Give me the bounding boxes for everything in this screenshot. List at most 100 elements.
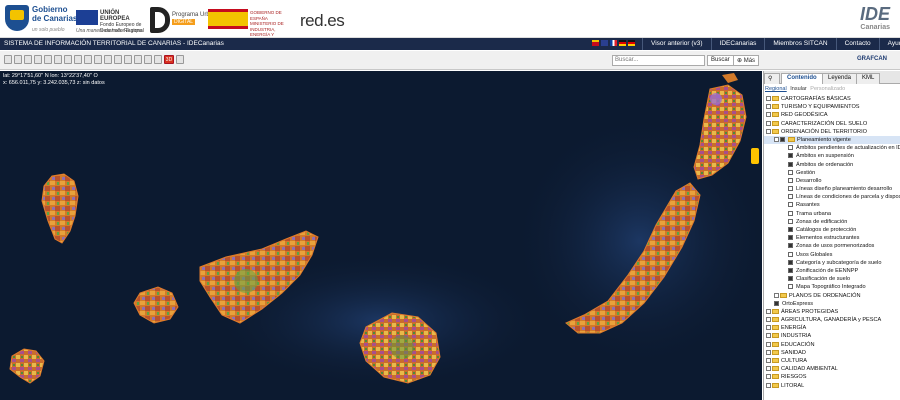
- layer-checkbox[interactable]: [788, 145, 793, 151]
- tree-layer[interactable]: OrtoExpress: [764, 300, 900, 308]
- layer-checkbox[interactable]: [788, 251, 793, 257]
- tree-folder[interactable]: CULTURA: [764, 357, 900, 365]
- collapse-icon[interactable]: [774, 136, 779, 142]
- ide-canarias-logo[interactable]: IDE Canarias: [844, 4, 890, 36]
- tree-layer[interactable]: Desarrollo: [764, 177, 900, 185]
- tree-folder[interactable]: RIESGOS: [764, 373, 900, 381]
- profile-icon[interactable]: [124, 55, 132, 64]
- lang-en-flag-icon[interactable]: [601, 40, 608, 46]
- redes-logo[interactable]: red.es: [300, 11, 345, 31]
- tree-folder[interactable]: ÁREAS PROTEGIDAS: [764, 308, 900, 316]
- export-icon[interactable]: [154, 55, 162, 64]
- lang-other-flag-icon[interactable]: [628, 40, 635, 46]
- lang-de-flag-icon[interactable]: [619, 40, 626, 46]
- tree-layer[interactable]: Usos Globales: [764, 251, 900, 259]
- tree-layer[interactable]: Rasantes: [764, 201, 900, 209]
- print-icon[interactable]: [104, 55, 112, 64]
- more-button[interactable]: ⊕ Más: [733, 55, 760, 66]
- layer-checkbox[interactable]: [788, 218, 793, 224]
- layer-checkbox[interactable]: [788, 169, 793, 175]
- layer-checkbox[interactable]: [788, 267, 793, 273]
- expand-icon[interactable]: [766, 325, 771, 331]
- zoom-out-icon[interactable]: [14, 55, 22, 64]
- layer-checkbox[interactable]: [788, 227, 793, 233]
- expand-icon[interactable]: [766, 308, 771, 314]
- tree-layer[interactable]: Categoría y subcategoría de suelo: [764, 259, 900, 267]
- panel-search-icon[interactable]: ⚲: [764, 73, 780, 84]
- tree-layer[interactable]: Mapa Topográfico Integrado: [764, 283, 900, 291]
- coordinates-icon[interactable]: [114, 55, 122, 64]
- measure-area-icon[interactable]: [84, 55, 92, 64]
- tree-layer[interactable]: Líneas diseño planeamiento desarrollo: [764, 185, 900, 193]
- layer-checkbox[interactable]: [788, 259, 793, 265]
- expand-icon[interactable]: [766, 120, 771, 126]
- layer-checkbox[interactable]: [788, 284, 793, 290]
- zoom-slider-handle[interactable]: [751, 148, 759, 164]
- tree-layer[interactable]: Ámbitos pendientes de actualización en I…: [764, 144, 900, 152]
- tab-contenido[interactable]: Contenido: [781, 73, 823, 84]
- pan-icon[interactable]: [24, 55, 32, 64]
- gobierno-canarias-logo[interactable]: [5, 5, 29, 31]
- expand-icon[interactable]: [766, 366, 771, 372]
- tree-folder[interactable]: INDUSTRIA: [764, 332, 900, 340]
- expand-icon[interactable]: [766, 333, 771, 339]
- nav-link-contacto[interactable]: Contacto: [835, 38, 879, 50]
- tree-layer[interactable]: Elementos estructurantes: [764, 234, 900, 242]
- layer-checkbox[interactable]: [788, 194, 793, 200]
- tree-folder[interactable]: RED GEODÉSICA: [764, 111, 900, 119]
- layers-icon[interactable]: [134, 55, 142, 64]
- tree-folder[interactable]: ENERGÍA: [764, 324, 900, 332]
- tree-folder[interactable]: CARACTERIZACIÓN DEL SUELO: [764, 120, 900, 128]
- tree-folder[interactable]: CARTOGRAFÍAS BÁSICAS: [764, 95, 900, 103]
- layer-checkbox[interactable]: [788, 153, 793, 159]
- tree-folder[interactable]: EDUCACIÓN: [764, 341, 900, 349]
- layer-checkbox[interactable]: [788, 276, 793, 282]
- expand-icon[interactable]: [766, 382, 771, 388]
- share-icon[interactable]: [144, 55, 152, 64]
- expand-icon[interactable]: [766, 374, 771, 380]
- expand-icon[interactable]: [766, 358, 771, 364]
- globe-icon[interactable]: [34, 55, 42, 64]
- tree-folder[interactable]: PLANOS DE ORDENACIÓN: [764, 292, 900, 300]
- layer-checkbox[interactable]: [788, 243, 793, 249]
- expand-icon[interactable]: [766, 341, 771, 347]
- expand-icon[interactable]: [766, 317, 771, 323]
- tree-layer[interactable]: Zonificación de EENNPP: [764, 267, 900, 275]
- tree-folder[interactable]: ORDENACIÓN DEL TERRITORIO: [764, 128, 900, 136]
- expand-icon[interactable]: [774, 292, 779, 298]
- subtab-personalizado[interactable]: Personalizado: [810, 86, 845, 92]
- tree-layer[interactable]: Gestión: [764, 169, 900, 177]
- tree-layer[interactable]: Ámbitos de ordenación: [764, 161, 900, 169]
- tab-kml[interactable]: KML: [856, 73, 881, 84]
- mode-3d-button[interactable]: 3D: [164, 55, 174, 64]
- tree-group[interactable]: Planeamiento vigente: [764, 135, 900, 145]
- layer-checkbox[interactable]: [788, 161, 793, 167]
- expand-icon[interactable]: [766, 112, 771, 118]
- tree-layer[interactable]: Zonas de usos pormenorizados: [764, 242, 900, 250]
- nav-link-visor-anterior[interactable]: Visor anterior (v3): [642, 38, 711, 50]
- draw-icon[interactable]: [94, 55, 102, 64]
- tree-layer[interactable]: Zonas de edificación: [764, 218, 900, 226]
- tree-layer[interactable]: Líneas de condiciones de parcela y dispo…: [764, 193, 900, 201]
- layer-checkbox[interactable]: [780, 136, 785, 142]
- layer-checkbox[interactable]: [788, 235, 793, 241]
- next-view-icon[interactable]: [54, 55, 62, 64]
- layer-checkbox[interactable]: [788, 210, 793, 216]
- map-canvas[interactable]: [0, 71, 762, 400]
- zoom-in-icon[interactable]: [4, 55, 12, 64]
- expand-icon[interactable]: [766, 128, 771, 134]
- subtab-regional[interactable]: Regional: [765, 86, 787, 92]
- expand-icon[interactable]: [766, 349, 771, 355]
- tree-layer[interactable]: Catálogos de protección: [764, 226, 900, 234]
- tree-folder[interactable]: LITORAL: [764, 382, 900, 390]
- tree-folder[interactable]: TURISMO Y EQUIPAMIENTOS: [764, 103, 900, 111]
- tree-folder[interactable]: AGRICULTURA, GANADERÍA y PESCA: [764, 316, 900, 324]
- nav-link-ayuda[interactable]: Ayuda: [878, 38, 900, 50]
- tree-folder[interactable]: SANIDAD: [764, 349, 900, 357]
- tab-leyenda[interactable]: Leyenda: [822, 73, 858, 84]
- expand-icon[interactable]: [766, 104, 771, 110]
- measure-distance-icon[interactable]: [74, 55, 82, 64]
- lang-es-flag-icon[interactable]: [592, 40, 599, 46]
- search-button[interactable]: Buscar: [707, 55, 734, 66]
- previous-view-icon[interactable]: [44, 55, 52, 64]
